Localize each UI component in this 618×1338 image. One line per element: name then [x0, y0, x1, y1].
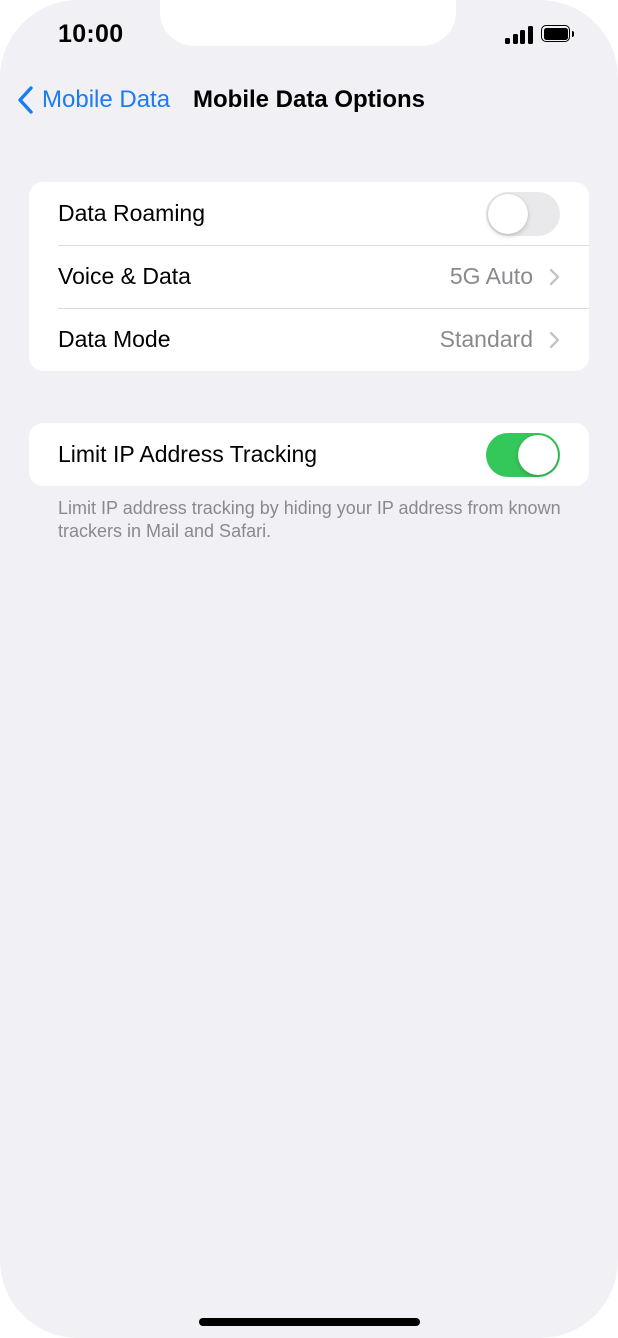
data-mode-label: Data Mode	[58, 326, 171, 352]
home-indicator[interactable]	[199, 1318, 420, 1326]
battery-icon	[541, 25, 575, 44]
limit-ip-tracking-row: Limit IP Address Tracking	[29, 423, 589, 486]
battery-level-fill	[543, 27, 568, 40]
limit-ip-tracking-toggle[interactable]	[486, 432, 560, 477]
data-roaming-row: Data Roaming	[29, 182, 589, 245]
privacy-settings-group: Limit IP Address Tracking	[29, 423, 589, 486]
status-time: 10:00	[58, 20, 124, 48]
chevron-right-icon	[549, 331, 560, 348]
cellular-signal-icon	[505, 26, 535, 44]
toggle-knob	[518, 434, 558, 475]
chevron-right-icon	[549, 268, 560, 285]
data-roaming-toggle[interactable]	[486, 191, 560, 236]
page-title: Mobile Data Options	[193, 86, 426, 113]
phone-screen: 10:00 Mobile Data Mobile Data Options Da…	[0, 0, 618, 1338]
data-roaming-label: Data Roaming	[58, 200, 206, 226]
chevron-left-icon	[18, 86, 33, 114]
voice-data-row[interactable]: Voice & Data 5G Auto	[29, 245, 589, 308]
network-settings-group: Data Roaming Voice & Data 5G Auto Data M…	[29, 182, 589, 371]
data-mode-value: Standard	[439, 326, 533, 352]
back-button-label: Mobile Data	[42, 86, 171, 113]
toggle-knob	[488, 193, 528, 234]
back-button[interactable]: Mobile Data	[16, 84, 170, 116]
voice-data-value: 5G Auto	[449, 263, 533, 289]
limit-ip-tracking-footer: Limit IP address tracking by hiding your…	[58, 498, 561, 541]
voice-data-label: Voice & Data	[58, 263, 191, 289]
notch	[160, 0, 456, 46]
limit-ip-tracking-label: Limit IP Address Tracking	[58, 441, 318, 467]
data-mode-row[interactable]: Data Mode Standard	[29, 308, 589, 371]
